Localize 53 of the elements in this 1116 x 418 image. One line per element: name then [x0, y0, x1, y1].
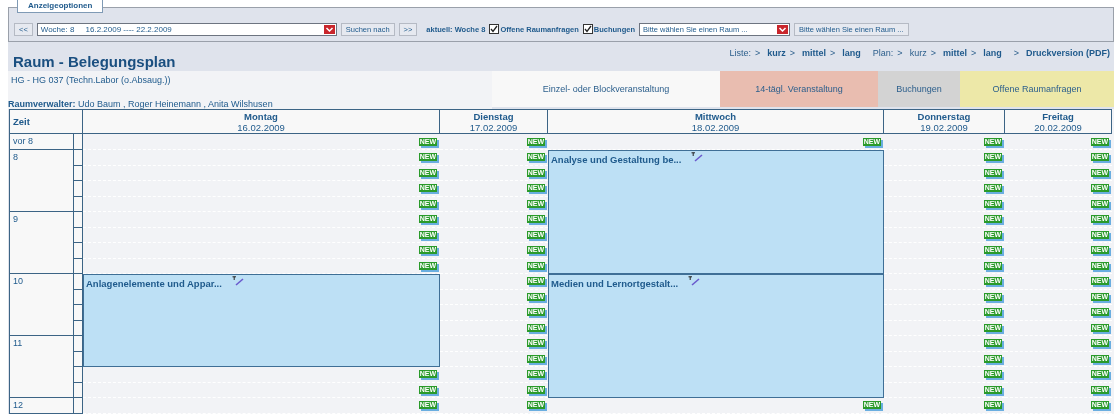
room-name: HG - HG 037 (Techn.Labor (o.Absaug.)) [11, 75, 172, 85]
time-slot-cell [74, 320, 83, 336]
day-header: Donnerstag 19.02.2009 [884, 109, 1005, 134]
dropdown-icon[interactable] [323, 24, 335, 34]
room-managers: Raumverwalter: Udo Baum , Roger Heinemann , Anita Wilshusen [8, 99, 274, 109]
edit-icon[interactable] [231, 276, 244, 286]
legend-item: 14-tägl. Veranstaltung [720, 71, 878, 107]
time-label: 11 [9, 336, 74, 398]
arrow-glyph: > [930, 48, 936, 58]
links-label: Liste: [729, 48, 751, 58]
arrow-glyph: > [897, 48, 903, 58]
column-header: Zeit [9, 109, 83, 134]
view-link[interactable]: mittel [942, 48, 967, 58]
checkbox[interactable] [582, 24, 593, 34]
dropdown-icon[interactable] [777, 24, 788, 34]
arrow-glyph: > [789, 48, 796, 58]
week-select[interactable]: Woche: 8 16.2.2009 ---- 22.2.2009 [36, 22, 337, 36]
links-label: Plan: [872, 48, 894, 58]
time-label: 12 [9, 398, 74, 414]
time-slot-cell [74, 336, 83, 352]
time-slot-cell [74, 274, 83, 290]
time-slot-cell [74, 289, 83, 305]
arrow-glyph: > [1013, 48, 1019, 58]
view-link[interactable]: mittel [802, 48, 827, 58]
legend-item: Buchungen [878, 71, 960, 107]
checkbox[interactable] [489, 24, 500, 34]
arrow-glyph: > [970, 48, 977, 58]
view-link[interactable]: lang [842, 48, 861, 58]
day-header: Freitag 20.02.2009 [1005, 109, 1112, 134]
event-block[interactable]: Anlagenelemente und Appar... [83, 274, 440, 367]
time-slot-cell [74, 351, 83, 367]
edit-icon[interactable] [691, 152, 704, 162]
edit-icon[interactable] [688, 276, 701, 286]
event-block[interactable]: Analyse und Gestaltung be... [548, 150, 884, 274]
legend-item: Einzel- oder Blockveranstaltung [492, 71, 720, 107]
time-label: 10 [9, 274, 74, 336]
time-slot-cell [74, 305, 83, 321]
view-link[interactable]: Druckversion (PDF) [1025, 48, 1110, 58]
view-link[interactable]: lang [983, 48, 1002, 58]
options-tab[interactable]: Anzeigeoptionen [17, 0, 104, 13]
view-link[interactable]: kurz [909, 48, 927, 58]
page-title: Raum - Belegungsplan [13, 51, 176, 70]
time-label: vor 8 [9, 134, 74, 150]
time-label: 9 [9, 212, 74, 274]
day-header: Montag 16.02.2009 [83, 109, 440, 134]
view-link[interactable]: kurz [767, 48, 786, 58]
arrow-glyph: > [830, 48, 836, 58]
day-header: Mittwoch 18.02.2009 [548, 109, 884, 134]
event-block[interactable]: Medien und Lernortgestalt... [548, 274, 884, 398]
day-header: Dienstag 17.02.2009 [440, 109, 548, 134]
legend-item: Offene Raumanfragen [960, 71, 1114, 107]
time-label: 8 [9, 150, 74, 212]
arrow-glyph: > [755, 48, 761, 58]
